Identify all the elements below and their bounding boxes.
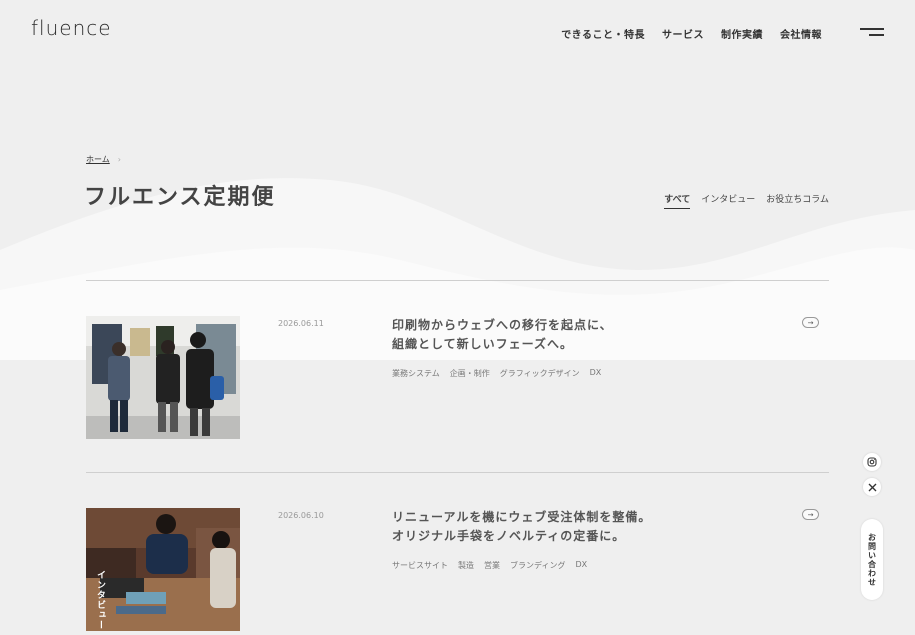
category-tabs: すべて インタビュー お役立ちコラム xyxy=(664,192,829,209)
tab-column[interactable]: お役立ちコラム xyxy=(766,192,829,209)
nav-services[interactable]: サービス xyxy=(662,26,704,41)
article-title-line-2: 組織として新しいフェーズへ。 xyxy=(392,337,574,351)
tag[interactable]: ブランディング xyxy=(510,560,565,571)
tag[interactable]: DX xyxy=(575,560,587,571)
thumb-badge: インタビュー xyxy=(95,570,105,630)
tab-all[interactable]: すべて xyxy=(664,192,691,209)
chevron-right-icon: › xyxy=(117,155,121,164)
tag[interactable]: サービスサイト xyxy=(392,560,448,571)
tag[interactable]: DX xyxy=(590,368,602,379)
tag[interactable]: 業務システム xyxy=(392,368,440,379)
article-date: 2026.06.11 xyxy=(278,319,324,328)
arrow-right-icon[interactable]: → xyxy=(802,509,819,520)
contact-button[interactable]: お問い合わせ xyxy=(861,519,883,600)
article-item[interactable]: インタビュー 2026.06.10 リニューアルを機にウェブ受注体制を整備。 オ… xyxy=(86,508,829,632)
contact-label: お問い合わせ xyxy=(867,532,877,587)
tag[interactable]: 営業 xyxy=(484,560,500,571)
article-title[interactable]: 印刷物からウェブへの移行を起点に、 組織として新しいフェーズへ。 xyxy=(392,316,613,354)
article-title[interactable]: リニューアルを機にウェブ受注体制を整備。 オリジナル手袋をノベルティの定番に。 xyxy=(392,508,651,546)
article-title-line-1: 印刷物からウェブへの移行を起点に、 xyxy=(392,318,613,332)
arrow-right-icon[interactable]: → xyxy=(802,317,819,328)
menu-icon[interactable] xyxy=(860,26,886,38)
tag[interactable]: 企画・制作 xyxy=(450,368,490,379)
tag[interactable]: グラフィックデザイン xyxy=(500,368,580,379)
logo[interactable]: fluence xyxy=(31,16,112,40)
article-thumbnail xyxy=(86,316,240,439)
instagram-icon[interactable] xyxy=(863,453,881,471)
main-nav: できること・特長 サービス 制作実績 会社情報 xyxy=(561,26,822,41)
tag[interactable]: 製造 xyxy=(458,560,474,571)
article-item[interactable]: 2026.06.11 印刷物からウェブへの移行を起点に、 組織として新しいフェー… xyxy=(86,316,829,440)
breadcrumb: ホーム › xyxy=(86,154,121,165)
breadcrumb-home[interactable]: ホーム xyxy=(86,154,110,165)
nav-features[interactable]: できること・特長 xyxy=(561,26,645,41)
divider xyxy=(86,280,829,281)
article-title-line-1: リニューアルを機にウェブ受注体制を整備。 xyxy=(392,510,652,524)
article-tags: 業務システム 企画・制作 グラフィックデザイン DX xyxy=(392,368,601,379)
divider xyxy=(86,472,829,473)
article-tags: サービスサイト 製造 営業 ブランディング DX xyxy=(392,560,587,571)
article-date: 2026.06.10 xyxy=(278,511,324,520)
tab-interview[interactable]: インタビュー xyxy=(701,192,755,209)
page-title: フルエンス定期便 xyxy=(84,185,276,210)
article-title-line-2: オリジナル手袋をノベルティの定番に。 xyxy=(392,529,626,543)
nav-company[interactable]: 会社情報 xyxy=(780,26,822,41)
article-thumbnail: インタビュー xyxy=(86,508,240,631)
nav-works[interactable]: 制作実績 xyxy=(721,26,763,41)
x-icon[interactable] xyxy=(863,478,881,496)
